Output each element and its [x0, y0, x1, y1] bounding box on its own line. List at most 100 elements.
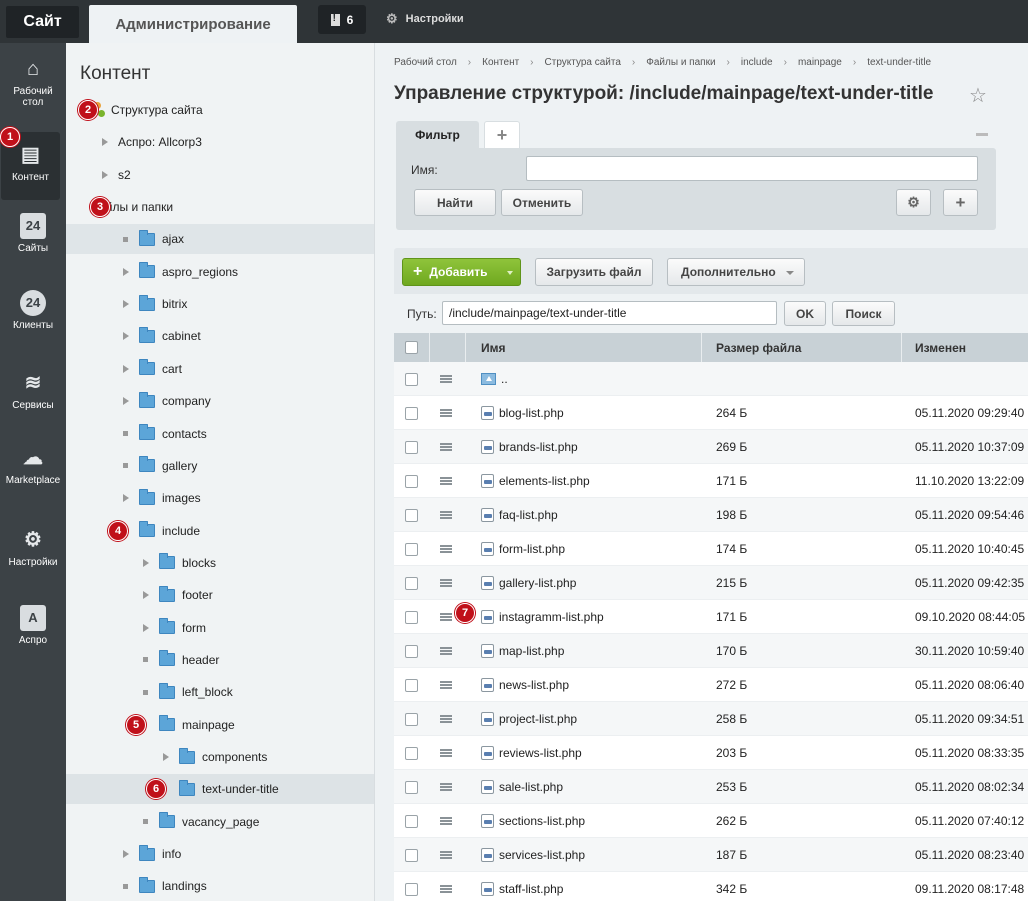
row-checkbox[interactable]: [405, 848, 418, 862]
expand-arrow-icon[interactable]: [143, 623, 149, 632]
tree-item[interactable]: ajax: [66, 224, 374, 255]
breadcrumb-item[interactable]: Контент: [482, 57, 519, 68]
tree-item[interactable]: blocks: [66, 548, 374, 578]
table-row[interactable]: form-list.php 174 Б 05.11.2020 10:40:45: [394, 532, 1028, 566]
add-filter-field-button[interactable]: +: [943, 189, 978, 216]
expand-arrow-icon[interactable]: [102, 170, 108, 179]
row-checkbox[interactable]: [405, 610, 418, 624]
row-checkbox[interactable]: [405, 576, 418, 590]
column-header-size[interactable]: Размер файла: [702, 333, 902, 362]
expand-arrow-icon[interactable]: [102, 138, 108, 147]
settings-link[interactable]: ⚙ Настройки: [386, 11, 464, 27]
parent-folder-link[interactable]: ..: [501, 372, 508, 386]
tree-item[interactable]: vacancy_page: [66, 807, 374, 837]
breadcrumb-item[interactable]: Файлы и папки: [646, 57, 715, 68]
row-menu-icon[interactable]: [440, 579, 452, 587]
add-button[interactable]: + Добавить: [402, 258, 521, 286]
table-row[interactable]: blog-list.php 264 Б 05.11.2020 09:29:40: [394, 396, 1028, 430]
column-header-modified[interactable]: Изменен: [902, 333, 1028, 362]
file-name-link[interactable]: sections-list.php: [499, 814, 585, 828]
tree-item[interactable]: landings: [66, 871, 374, 901]
select-all-checkbox[interactable]: [405, 341, 418, 354]
tree-item[interactable]: form: [66, 613, 374, 643]
tree-item[interactable]: cart: [66, 354, 374, 384]
file-name-link[interactable]: services-list.php: [499, 848, 585, 862]
file-name-link[interactable]: project-list.php: [499, 712, 577, 726]
ok-button[interactable]: OK: [784, 301, 826, 326]
file-name-link[interactable]: instagramm-list.php: [499, 610, 604, 624]
tree-item[interactable]: left_block: [66, 677, 374, 707]
row-checkbox[interactable]: [405, 440, 418, 454]
file-name-link[interactable]: staff-list.php: [499, 882, 563, 896]
cancel-button[interactable]: Отменить: [501, 189, 583, 216]
table-row[interactable]: project-list.php 258 Б 05.11.2020 09:34:51: [394, 702, 1028, 736]
file-name-link[interactable]: gallery-list.php: [499, 576, 576, 590]
expand-arrow-icon[interactable]: [123, 494, 129, 503]
table-row[interactable]: sections-list.php 262 Б 05.11.2020 07:40:1…: [394, 804, 1028, 838]
row-menu-icon[interactable]: [440, 477, 452, 485]
row-menu-icon[interactable]: [440, 545, 452, 553]
tree-item[interactable]: bitrix: [66, 289, 374, 319]
filter-settings-button[interactable]: ⚙: [896, 189, 931, 216]
table-row[interactable]: elements-list.php 171 Б 11.10.2020 13:22:0…: [394, 464, 1028, 498]
row-checkbox[interactable]: [405, 712, 418, 726]
path-input[interactable]: /include/mainpage/text-under-title: [442, 301, 777, 325]
file-name-link[interactable]: news-list.php: [499, 678, 569, 692]
row-checkbox[interactable]: [405, 814, 418, 828]
search-button[interactable]: Поиск: [832, 301, 895, 326]
rail-item-2[interactable]: 24 Сайты: [0, 213, 66, 254]
file-name-link[interactable]: brands-list.php: [499, 440, 578, 454]
tree-item[interactable]: company: [66, 386, 374, 416]
column-header-name[interactable]: Имя: [466, 333, 702, 362]
file-name-link[interactable]: sale-list.php: [499, 780, 563, 794]
row-checkbox[interactable]: [405, 882, 418, 896]
row-menu-icon[interactable]: [440, 613, 452, 621]
file-name-link[interactable]: reviews-list.php: [499, 746, 582, 760]
rail-item-6[interactable]: ⚙ Настройки: [0, 527, 66, 568]
admin-tab[interactable]: Администрирование: [89, 5, 297, 43]
tab-filter[interactable]: Фильтр: [396, 121, 479, 149]
tree-item[interactable]: s2: [66, 160, 374, 190]
breadcrumb-item[interactable]: mainpage: [798, 57, 842, 68]
table-row[interactable]: sale-list.php 253 Б 05.11.2020 08:02:34: [394, 770, 1028, 804]
minimize-icon[interactable]: [976, 133, 988, 136]
table-row[interactable]: reviews-list.php 203 Б 05.11.2020 08:33:35: [394, 736, 1028, 770]
tree-item[interactable]: include 4: [66, 516, 374, 546]
row-menu-icon[interactable]: [440, 851, 452, 859]
row-menu-icon[interactable]: [440, 715, 452, 723]
rail-item-3[interactable]: 24 Клиенты: [0, 290, 66, 331]
find-button[interactable]: Найти: [414, 189, 496, 216]
row-checkbox[interactable]: [405, 644, 418, 658]
breadcrumb-item[interactable]: text-under-title: [867, 57, 931, 68]
tree-item[interactable]: gallery: [66, 451, 374, 481]
more-button[interactable]: Дополнительно: [667, 258, 805, 286]
row-checkbox[interactable]: [405, 406, 418, 420]
tree-item[interactable]: images: [66, 483, 374, 513]
table-row[interactable]: map-list.php 170 Б 30.11.2020 10:59:40: [394, 634, 1028, 668]
file-name-link[interactable]: faq-list.php: [499, 508, 558, 522]
row-menu-icon[interactable]: [440, 375, 452, 383]
expand-arrow-icon[interactable]: [143, 558, 149, 567]
row-menu-icon[interactable]: [440, 511, 452, 519]
breadcrumb-item[interactable]: Рабочий стол: [394, 57, 457, 68]
file-name-link[interactable]: map-list.php: [499, 644, 564, 658]
row-menu-icon[interactable]: [440, 749, 452, 757]
filter-name-input[interactable]: [526, 156, 978, 181]
tree-item[interactable]: Аспро: Allcorp3: [66, 127, 374, 157]
row-checkbox[interactable]: [405, 746, 418, 760]
tree-item[interactable]: header: [66, 645, 374, 675]
expand-arrow-icon[interactable]: [123, 300, 129, 309]
row-menu-icon[interactable]: [440, 817, 452, 825]
tree-item[interactable]: aspro_regions: [66, 257, 374, 287]
tree-item[interactable]: cabinet: [66, 321, 374, 351]
breadcrumb-item[interactable]: Структура сайта: [545, 57, 621, 68]
add-filter-tab-button[interactable]: +: [484, 121, 520, 149]
expand-arrow-icon[interactable]: [123, 397, 129, 406]
row-checkbox[interactable]: [405, 372, 418, 386]
row-checkbox[interactable]: [405, 474, 418, 488]
tree-item[interactable]: contacts: [66, 419, 374, 449]
expand-arrow-icon[interactable]: [123, 267, 129, 276]
table-row[interactable]: news-list.php 272 Б 05.11.2020 08:06:40: [394, 668, 1028, 702]
row-checkbox[interactable]: [405, 508, 418, 522]
rail-item-5[interactable]: ☁ Marketplace: [0, 445, 66, 486]
